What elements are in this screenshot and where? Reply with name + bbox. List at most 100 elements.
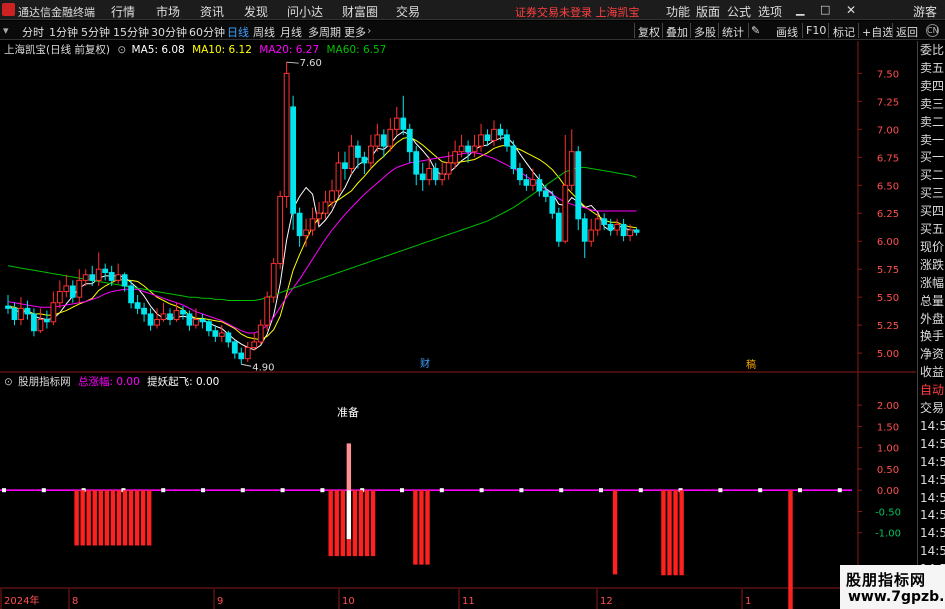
sidepanel-item[interactable]: 自动 (920, 383, 944, 398)
indicator-bar (134, 490, 140, 546)
diejia-button[interactable]: 叠加 (666, 24, 688, 40)
dropdown-arrow-icon[interactable]: ▾ (3, 24, 9, 37)
back-button[interactable]: 返回 (896, 24, 918, 40)
period-multi[interactable]: 多周期 (308, 24, 341, 40)
menu-shichang[interactable]: 市场 (156, 3, 180, 20)
maximize-icon[interactable]: □ (820, 3, 830, 16)
sidepanel-item[interactable]: 买一 (920, 150, 944, 165)
baseline-dot (400, 488, 404, 493)
baseline-dot (240, 488, 245, 493)
period-30min[interactable]: 30分钟 (151, 24, 187, 40)
indicator-settings-icon[interactable]: ⊙ (4, 376, 13, 388)
sidepanel-item[interactable]: 涨跌 (920, 258, 944, 273)
candle-down (199, 319, 206, 323)
period-1min[interactable]: 1分钟 (49, 24, 78, 40)
candle-up (594, 218, 601, 231)
sidepanel-item[interactable]: 现价 (920, 240, 944, 255)
candle-up (329, 190, 335, 203)
menu-gongneng[interactable]: 功能 (666, 3, 690, 20)
sidepanel-item[interactable]: 涨幅 (920, 276, 944, 291)
high-pointer (286, 61, 299, 64)
y-tick-label: 0.50 (877, 465, 899, 476)
indicator-bar (425, 490, 430, 565)
sidepanel-item[interactable]: 14:56 (920, 419, 945, 434)
indicator-name[interactable]: 股朋指标网 (18, 376, 71, 388)
candle-down (413, 151, 420, 175)
sidepanel-item[interactable]: 14:56 (920, 455, 945, 470)
menu-caifuquan[interactable]: 财富圈 (342, 3, 378, 20)
baseline-dot (320, 488, 325, 493)
sidepanel-item[interactable]: 总量 (920, 294, 944, 309)
pen-icon[interactable]: ✎ (751, 24, 760, 37)
sidepanel-item[interactable]: 14:56 (920, 508, 945, 523)
menu-hangqing[interactable]: 行情 (111, 3, 135, 20)
watermark-url: www.7gpzb.com (848, 589, 945, 605)
fuquan-button[interactable]: 复权 (638, 24, 660, 40)
sidepanel-item[interactable]: 卖五 (920, 61, 944, 76)
sidepanel-item[interactable]: 买三 (920, 186, 944, 201)
sidepanel-item[interactable]: 卖四 (920, 79, 944, 94)
sidepanel-item[interactable]: 14:56 (920, 544, 945, 559)
indicator-bar (673, 490, 678, 576)
minimize-icon[interactable]: ▁ (796, 3, 804, 16)
menu-zixun[interactable]: 资讯 (200, 3, 224, 20)
tongji-button[interactable]: 统计 (722, 24, 744, 40)
kline-chart[interactable]: 5.00 5.25 5.50 5.75 6.00 6.25 6.50 6.75 7.00 7.25… (0, 41, 916, 609)
duogu-button[interactable]: 多股 (694, 24, 716, 40)
period-60min[interactable]: 60分钟 (189, 24, 225, 40)
indicator-bar (358, 490, 364, 557)
sidepanel-item[interactable]: 14:56 (920, 491, 945, 506)
biaoji-button[interactable]: 标记 (833, 24, 855, 40)
sidepanel-item[interactable]: 卖二 (920, 115, 944, 130)
indicator-bar (788, 490, 793, 609)
sidepanel-item[interactable]: 买四 (920, 204, 944, 219)
sidepanel-item[interactable]: 14:56 (920, 526, 945, 541)
menu-wenxiaoda[interactable]: 问小达 (287, 3, 323, 20)
y-tick-label: 5.75 (877, 265, 899, 276)
menu-xuanxiang[interactable]: 选项 (758, 3, 782, 20)
sidepanel-item[interactable]: 买二 (920, 168, 944, 183)
candle-up (374, 134, 381, 147)
chevron-right-icon[interactable]: › (367, 24, 371, 37)
sidepanel-item[interactable]: 卖一 (920, 133, 944, 148)
baseline-dot (519, 488, 524, 493)
sidepanel-item[interactable]: 交易 (920, 401, 944, 416)
menu-gongshi[interactable]: 公式 (727, 3, 751, 20)
toolbar-divider (634, 23, 635, 38)
menu-banmian[interactable]: 版面 (696, 3, 720, 20)
y-tick-label: 0.00 (877, 486, 899, 497)
baseline-dot (559, 488, 564, 493)
period-more[interactable]: 更多 (344, 24, 366, 40)
candle-down (141, 307, 147, 315)
sidepanel-item[interactable]: 14:56 (920, 437, 945, 452)
sidepanel-item[interactable]: 买五 (920, 222, 944, 237)
candle-up (588, 229, 595, 242)
menu-jiaoyi[interactable]: 交易 (396, 3, 420, 20)
menu-faxian[interactable]: 发现 (244, 3, 268, 20)
close-icon[interactable]: ✕ (846, 3, 856, 17)
huaxian-button[interactable]: 画线 (776, 24, 798, 40)
sidepanel-item[interactable]: 外盘 (920, 312, 944, 327)
period-day[interactable]: 日线 (227, 24, 249, 40)
ma5-label: MA5: 6.08 (131, 44, 185, 56)
period-fenshi[interactable]: 分时 (22, 24, 44, 40)
guest-button[interactable]: 游客 (913, 3, 937, 20)
sidepanel-item[interactable]: 卖三 (920, 97, 944, 112)
period-5min[interactable]: 5分钟 (81, 24, 110, 40)
settings-icon[interactable]: ⊙ (117, 44, 126, 56)
sidepanel-item[interactable]: 净资 (920, 347, 944, 362)
y-tick-label: 5.25 (877, 321, 899, 332)
add-favorite-button[interactable]: +自选 (862, 24, 893, 40)
cn-icon[interactable]: CN (926, 24, 939, 37)
period-15min[interactable]: 15分钟 (113, 24, 149, 40)
sidepanel-item[interactable]: 委比 (920, 43, 944, 58)
sidepanel-item[interactable]: 换手 (920, 329, 944, 344)
candle-down (342, 162, 348, 169)
candle-down (465, 145, 471, 153)
period-week[interactable]: 周线 (253, 24, 275, 40)
sidepanel-item[interactable]: 14:56 (920, 473, 945, 488)
low-pointer (241, 363, 252, 367)
period-month[interactable]: 月线 (280, 24, 302, 40)
f10-button[interactable]: F10 (806, 24, 826, 37)
sidepanel-item[interactable]: 收益 (920, 365, 944, 380)
